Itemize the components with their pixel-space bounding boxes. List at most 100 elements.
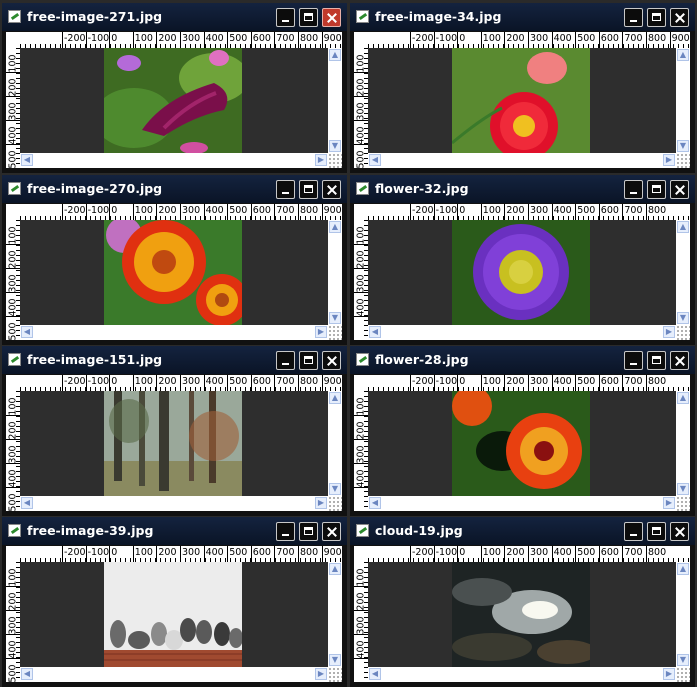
close-button[interactable]: [322, 522, 341, 541]
scroll-down-icon[interactable]: ▼: [677, 140, 689, 152]
horizontal-scrollbar[interactable]: ◀ ▶: [20, 667, 328, 682]
minimize-button[interactable]: [276, 180, 295, 199]
close-button[interactable]: [322, 351, 341, 370]
horizontal-scrollbar[interactable]: ◀ ▶: [20, 325, 328, 340]
vertical-scrollbar[interactable]: ▲ ▼: [676, 562, 690, 667]
image-window-5[interactable]: free-image-151.jpg -200 -100 0 100 200 300 400…: [2, 346, 347, 516]
vertical-scrollbar[interactable]: ▲ ▼: [328, 220, 342, 325]
scroll-left-icon[interactable]: ◀: [21, 497, 33, 509]
horizontal-ruler[interactable]: -200 -100 0 100 200 300 400 500 600 700 800: [368, 204, 690, 220]
scroll-left-icon[interactable]: ◀: [369, 497, 381, 509]
close-button[interactable]: [670, 180, 689, 199]
image-app-icon[interactable]: [8, 10, 21, 23]
vertical-scrollbar[interactable]: ▲ ▼: [328, 391, 342, 496]
vertical-ruler[interactable]: 100 200 300 400 500: [6, 562, 20, 682]
image-app-icon[interactable]: [8, 524, 21, 537]
resize-grip-icon[interactable]: [328, 496, 342, 511]
scroll-up-icon[interactable]: ▲: [677, 221, 689, 233]
vertical-scrollbar[interactable]: ▲ ▼: [676, 48, 690, 153]
close-button[interactable]: [322, 8, 341, 27]
image-app-icon[interactable]: [356, 10, 369, 23]
horizontal-scrollbar[interactable]: ◀ ▶: [368, 667, 676, 682]
image-app-icon[interactable]: [8, 353, 21, 366]
horizontal-ruler[interactable]: -200-100010020030040050060070080090010: [20, 32, 342, 48]
scroll-up-icon[interactable]: ▲: [329, 392, 341, 404]
vertical-scrollbar[interactable]: ▲ ▼: [676, 220, 690, 325]
scroll-down-icon[interactable]: ▼: [329, 312, 341, 324]
maximize-button[interactable]: [647, 8, 666, 27]
resize-grip-icon[interactable]: [328, 667, 342, 682]
scroll-left-icon[interactable]: ◀: [369, 326, 381, 338]
scroll-right-icon[interactable]: ▶: [663, 668, 675, 680]
scroll-down-icon[interactable]: ▼: [677, 312, 689, 324]
horizontal-scrollbar[interactable]: ◀ ▶: [20, 496, 328, 511]
maximize-button[interactable]: [647, 351, 666, 370]
image-app-icon[interactable]: [356, 353, 369, 366]
horizontal-scrollbar[interactable]: ◀ ▶: [368, 153, 676, 168]
title-bar[interactable]: free-image-271.jpg: [2, 3, 347, 31]
scroll-down-icon[interactable]: ▼: [677, 654, 689, 666]
image-canvas[interactable]: [368, 562, 676, 667]
image-window-2[interactable]: free-image-34.jpg -200 -100 0 100 200 300 400 5…: [350, 3, 695, 173]
scroll-right-icon[interactable]: ▶: [315, 154, 327, 166]
title-bar[interactable]: cloud-19.jpg: [350, 517, 695, 545]
minimize-button[interactable]: [276, 8, 295, 27]
scroll-right-icon[interactable]: ▶: [663, 497, 675, 509]
resize-grip-icon[interactable]: [676, 496, 690, 511]
title-bar[interactable]: free-image-34.jpg: [350, 3, 695, 31]
image-window-7[interactable]: free-image-39.jpg -200 -100 0 100 200 300 400 5…: [2, 517, 347, 687]
scroll-up-icon[interactable]: ▲: [329, 49, 341, 61]
image-window-1[interactable]: free-image-271.jpg -200 -100 0 100 200 300 400…: [2, 3, 347, 173]
resize-grip-icon[interactable]: [676, 667, 690, 682]
horizontal-scrollbar[interactable]: ◀ ▶: [368, 496, 676, 511]
close-button[interactable]: [670, 8, 689, 27]
minimize-button[interactable]: [624, 522, 643, 541]
close-button[interactable]: [322, 180, 341, 199]
image-app-icon[interactable]: [356, 182, 369, 195]
horizontal-ruler[interactable]: -200-100010020030040050060070080090010: [20, 546, 342, 562]
image-window-8[interactable]: cloud-19.jpg -200 -100 0 100 200 300 400 500 600…: [350, 517, 695, 687]
image-canvas[interactable]: [20, 391, 328, 496]
maximize-button[interactable]: [299, 522, 318, 541]
maximize-button[interactable]: [647, 522, 666, 541]
vertical-scrollbar[interactable]: ▲ ▼: [328, 562, 342, 667]
scroll-right-icon[interactable]: ▶: [663, 326, 675, 338]
image-app-icon[interactable]: [8, 182, 21, 195]
scroll-up-icon[interactable]: ▲: [677, 392, 689, 404]
title-bar[interactable]: free-image-151.jpg: [2, 346, 347, 374]
scroll-right-icon[interactable]: ▶: [315, 668, 327, 680]
vertical-ruler[interactable]: 100 200 300 400 500: [6, 220, 20, 340]
scroll-down-icon[interactable]: ▼: [329, 654, 341, 666]
image-canvas[interactable]: [368, 391, 676, 496]
minimize-button[interactable]: [624, 180, 643, 199]
scroll-left-icon[interactable]: ◀: [21, 326, 33, 338]
horizontal-ruler[interactable]: -200-100010020030040050060070080090010: [368, 32, 690, 48]
scroll-up-icon[interactable]: ▲: [677, 49, 689, 61]
image-window-3[interactable]: free-image-270.jpg -200 -100 0 100 200 300 400…: [2, 175, 347, 345]
vertical-ruler[interactable]: 100 200 300 400 500: [6, 48, 20, 168]
resize-grip-icon[interactable]: [676, 153, 690, 168]
scroll-right-icon[interactable]: ▶: [663, 154, 675, 166]
image-canvas[interactable]: [20, 562, 328, 667]
scroll-down-icon[interactable]: ▼: [329, 140, 341, 152]
resize-grip-icon[interactable]: [676, 325, 690, 340]
scroll-up-icon[interactable]: ▲: [329, 563, 341, 575]
minimize-button[interactable]: [276, 522, 295, 541]
title-bar[interactable]: free-image-39.jpg: [2, 517, 347, 545]
vertical-ruler[interactable]: 100 200 300 400: [354, 220, 368, 340]
scroll-left-icon[interactable]: ◀: [21, 668, 33, 680]
resize-grip-icon[interactable]: [328, 153, 342, 168]
horizontal-ruler[interactable]: -200-100010020030040050060070080090010: [20, 204, 342, 220]
image-canvas[interactable]: [20, 48, 328, 153]
vertical-ruler[interactable]: 100 200 300 400 500: [354, 48, 368, 168]
maximize-button[interactable]: [299, 351, 318, 370]
image-window-4[interactable]: flower-32.jpg -200 -100 0 100 200 300 400 500 60…: [350, 175, 695, 345]
scroll-left-icon[interactable]: ◀: [21, 154, 33, 166]
resize-grip-icon[interactable]: [328, 325, 342, 340]
scroll-left-icon[interactable]: ◀: [369, 668, 381, 680]
title-bar[interactable]: free-image-270.jpg: [2, 175, 347, 203]
image-canvas[interactable]: [368, 48, 676, 153]
image-canvas[interactable]: [368, 220, 676, 325]
horizontal-scrollbar[interactable]: ◀ ▶: [368, 325, 676, 340]
close-button[interactable]: [670, 351, 689, 370]
